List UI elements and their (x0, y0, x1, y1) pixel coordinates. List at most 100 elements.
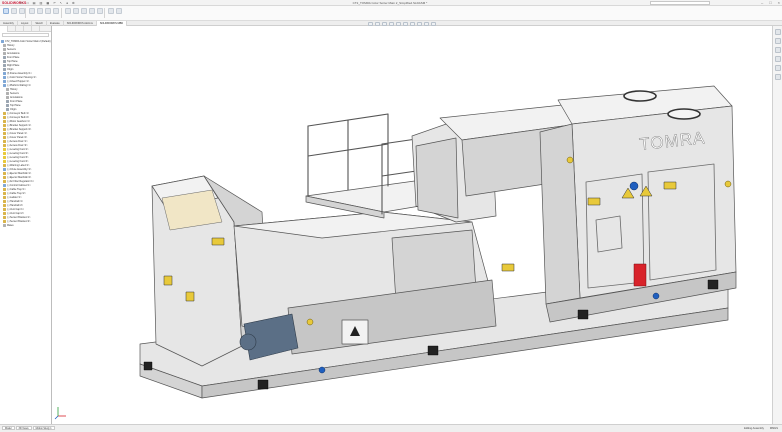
tree-item-label: (-) Air Filter Regulator<1> (7, 179, 34, 183)
exploded-view-button[interactable] (89, 8, 95, 14)
blue-indicator (652, 292, 660, 300)
yellow-fitting (306, 318, 314, 326)
search-input[interactable] (650, 1, 710, 5)
tree-item[interactable]: Mates (0, 223, 51, 227)
tree-item-label: (-) Warning Label<1> (7, 163, 30, 167)
part-icon (3, 187, 6, 191)
plane-icon (3, 59, 6, 63)
tree-item-label: (-) Access Door<1> (7, 139, 28, 143)
part-icon (3, 191, 6, 195)
appearances-icon[interactable] (774, 65, 781, 71)
part-icon (3, 215, 6, 219)
menu-print-icon[interactable]: ▦ (46, 1, 49, 5)
part-icon (3, 195, 6, 199)
yellow-icon (3, 151, 6, 155)
configuration-manager-tab-icon[interactable] (16, 26, 24, 32)
show-hidden-button[interactable] (45, 8, 51, 14)
leveling-foot (143, 361, 153, 371)
tab-model[interactable]: Model (2, 426, 15, 430)
yellow-icon (3, 159, 6, 163)
asm-icon (3, 167, 6, 171)
insert-components-button[interactable] (3, 8, 9, 14)
status-right: Editing Assembly MMGS (744, 427, 778, 430)
part-icon (3, 127, 6, 131)
cmd-group-components (3, 8, 25, 14)
blue-indicator (629, 181, 639, 191)
vent-cap (623, 90, 657, 102)
tree-item-label: (-) Infeed Hopper<1> (7, 79, 30, 83)
bill-of-materials-button[interactable] (81, 8, 87, 14)
tree-item-label: Origin (10, 107, 17, 111)
tree-item-label: Front Plane (10, 99, 23, 103)
close-icon[interactable]: × (778, 0, 780, 5)
take-snapshot-button[interactable] (116, 8, 122, 14)
maximize-icon[interactable]: □ (769, 0, 771, 5)
cmd-group-update (108, 8, 122, 14)
instant3d-button[interactable] (97, 8, 103, 14)
plane-icon (6, 107, 9, 111)
asm-icon (1, 39, 4, 43)
view-palette-icon[interactable] (774, 56, 781, 62)
move-component-button[interactable] (37, 8, 43, 14)
tab-3d-views[interactable]: 3D Views (15, 426, 32, 430)
menu-rebuild-icon[interactable]: ● (66, 1, 68, 5)
air-regulator-red (633, 263, 647, 287)
tree-item-label: (-) Vent Cap<1> (7, 207, 25, 211)
tab-motion-study[interactable]: Motion Study 1 (32, 426, 55, 430)
reference-geometry-button[interactable] (65, 8, 71, 14)
menu-new-icon[interactable]: □ (27, 1, 29, 5)
assembly-model: TOMRA (139, 85, 737, 399)
units-selector[interactable]: MMGS (770, 427, 778, 430)
asm-icon (3, 75, 6, 79)
display-manager-tab-icon[interactable] (32, 26, 40, 32)
menu-options-icon[interactable]: ⚙ (72, 1, 75, 5)
tree-item-label: (-) Handrail<2> (7, 203, 24, 207)
tree-item-label: Front Plane (7, 55, 20, 59)
warning-label (163, 275, 173, 286)
minimize-icon[interactable]: – (761, 0, 763, 5)
tree-item-label: (-) Bracket Support<2> (7, 127, 32, 131)
smart-fasteners-button[interactable] (29, 8, 35, 14)
solidworks-resources-icon[interactable] (774, 29, 781, 35)
status-state: Editing Assembly (744, 427, 764, 430)
tree-item-label: (-) Motor Gearbox<1> (7, 119, 31, 123)
menu-select-icon[interactable]: ↖ (60, 1, 63, 5)
tree-item-label: (-) Ladder<1> (7, 195, 22, 199)
part-icon (3, 119, 6, 123)
yellow-fitting (724, 180, 732, 188)
file-explorer-icon[interactable] (774, 47, 781, 53)
yellow-icon (3, 147, 6, 151)
tree-item-label: CT2_TOMRA Color Sorter Main 2 (Default) (5, 39, 51, 43)
asm-icon (3, 83, 6, 87)
design-library-icon[interactable] (774, 38, 781, 44)
graphics-area[interactable]: TOMRA (52, 26, 772, 424)
property-manager-tab-icon[interactable] (8, 26, 16, 32)
part-icon (3, 139, 6, 143)
mate-icon (6, 95, 9, 99)
tree-item-label: (-) Bracket Support<1> (7, 123, 32, 127)
warning-label (663, 181, 677, 190)
tree-list: CT2_TOMRA Color Sorter Main 2 (Default) H… (0, 39, 51, 227)
leveling-foot (707, 279, 719, 290)
tree-item[interactable]: CT2_TOMRA Color Sorter Main 2 (Default) (0, 39, 51, 43)
assembly-features-button[interactable] (53, 8, 59, 14)
tree-item-label: Right Plane (7, 63, 20, 67)
menu-undo-icon[interactable]: ↶ (53, 1, 56, 5)
update-speedpak-button[interactable] (108, 8, 114, 14)
warning-label (501, 263, 515, 272)
task-pane (772, 26, 782, 424)
new-motion-study-button[interactable] (73, 8, 79, 14)
menu-open-icon[interactable]: ▤ (33, 1, 36, 5)
feature-manager-tab-icon[interactable] (0, 26, 8, 32)
custom-properties-icon[interactable] (774, 74, 781, 80)
leveling-foot (257, 379, 269, 390)
mate-button[interactable] (11, 8, 17, 14)
part-icon (3, 203, 6, 207)
part-icon (3, 207, 6, 211)
plane-icon (6, 103, 9, 107)
menu-save-icon[interactable]: ▥ (40, 1, 43, 5)
tree-item-label: Top Plane (7, 59, 18, 63)
tree-filter-input[interactable] (2, 33, 49, 37)
menu-file-icon[interactable]: ▭ (20, 1, 23, 5)
dimxpert-manager-tab-icon[interactable] (24, 26, 32, 32)
